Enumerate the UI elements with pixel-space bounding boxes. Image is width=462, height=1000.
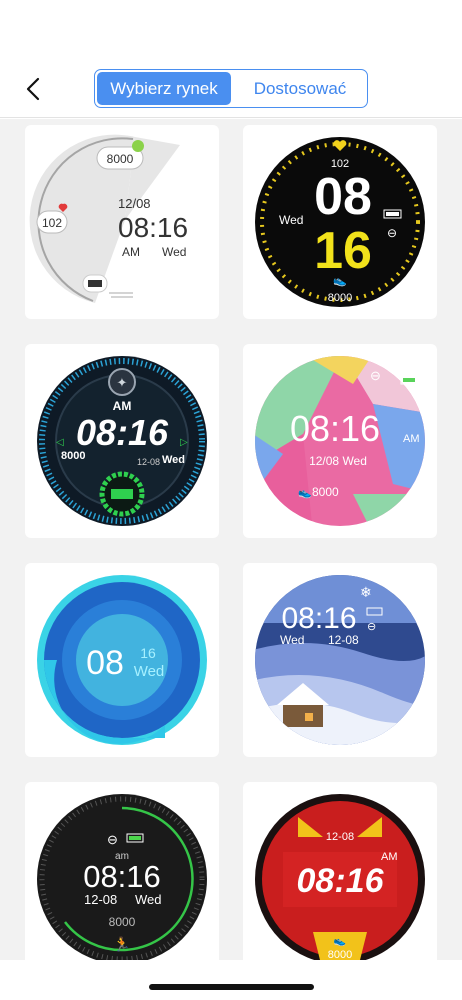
ampm-text: AM — [122, 245, 140, 259]
date-text: 12-08 — [84, 892, 117, 907]
link-icon: ⊖ — [107, 832, 118, 847]
date-text: 12/08 — [118, 196, 151, 211]
time-text: 08:16 — [118, 212, 188, 243]
steps-value: 8000 — [328, 949, 352, 960]
hour-text: 08 — [86, 644, 124, 682]
battery-icon — [88, 280, 102, 287]
heart-rate-value: 102 — [42, 216, 62, 230]
time-text: 08:16 — [290, 408, 380, 449]
day-text: Wed — [134, 663, 165, 680]
watchface-card[interactable]: ⊖ am 08:16 12-08 Wed 8000 🏃 — [25, 782, 219, 960]
svg-text:✦: ✦ — [117, 375, 128, 390]
watchface-grid: 8000 102 12/08 08:16 AM Wed 102 08 16 We… — [0, 119, 462, 960]
running-icon: 🏃 — [113, 936, 130, 952]
steps-value: 8000 — [328, 292, 352, 304]
top-bar: Wybierz rynek Dostosować — [0, 0, 462, 118]
day-text: Wed — [162, 454, 185, 466]
date-text: 12-08 — [137, 457, 160, 467]
shoe-icon: 👟 — [334, 936, 347, 947]
day-text: Wed — [135, 892, 162, 907]
chevron-left-icon — [26, 77, 40, 101]
watchface-card[interactable]: ⊖ 08:16 AM 12/08 Wed 👟 8000 — [243, 344, 437, 538]
minute-text: 16 — [140, 645, 156, 661]
svg-text:▷: ▷ — [180, 437, 188, 448]
steps-value: 8000 — [312, 485, 339, 499]
shoe-icon: 👟 — [298, 487, 312, 499]
watchface-card[interactable]: 102 08 16 Wed ⊖ 👟 8000 — [243, 125, 437, 319]
minute-text: 16 — [314, 222, 372, 280]
watchface-card[interactable]: 8000 102 12/08 08:16 AM Wed — [25, 125, 219, 319]
steps-value: 8000 — [107, 152, 134, 166]
link-icon: ⊖ — [367, 621, 376, 633]
time-text: 08:16 — [83, 859, 161, 894]
date-text: 12-08 — [326, 831, 354, 843]
watchface-card[interactable]: ❄ 08:16 ⊖ Wed 12-08 — [243, 563, 437, 757]
day-text: Wed — [279, 213, 303, 227]
tab-market[interactable]: Wybierz rynek — [97, 72, 231, 105]
watchface-card[interactable]: ✦ AM 08:16 8000 12-08 Wed ◁ ▷ — [25, 344, 219, 538]
svg-text:◁: ◁ — [56, 437, 64, 448]
link-icon: ⊖ — [387, 226, 397, 240]
home-indicator[interactable] — [149, 984, 314, 990]
day-text: Wed — [280, 633, 304, 647]
ampm-text: AM — [113, 399, 132, 413]
link-icon: ⊖ — [370, 368, 381, 383]
time-text: 08:16 — [297, 862, 385, 900]
watchface-card[interactable]: 08 16 Wed — [25, 563, 219, 757]
steps-value: 8000 — [109, 915, 136, 929]
tab-customize[interactable]: Dostosować — [233, 70, 367, 107]
time-text: 08:16 — [76, 412, 169, 453]
ampm-text: AM — [403, 433, 420, 445]
date-text: 12/08 Wed — [309, 454, 367, 468]
shoe-icon: 👟 — [333, 275, 347, 287]
snowflake-icon: ❄ — [360, 584, 372, 600]
steps-value: 8000 — [61, 450, 85, 462]
time-text: 08:16 — [281, 602, 356, 635]
battery-icon — [111, 489, 133, 499]
segmented-control: Wybierz rynek Dostosować — [94, 69, 368, 108]
back-button[interactable] — [18, 72, 48, 106]
date-text: 12-08 — [328, 633, 359, 647]
day-text: Wed — [162, 245, 186, 259]
watchface-card[interactable]: 12-08 AM 08:16 👟 8000 — [243, 782, 437, 960]
hour-text: 08 — [314, 168, 372, 226]
bottom-safe-area — [0, 960, 462, 1000]
